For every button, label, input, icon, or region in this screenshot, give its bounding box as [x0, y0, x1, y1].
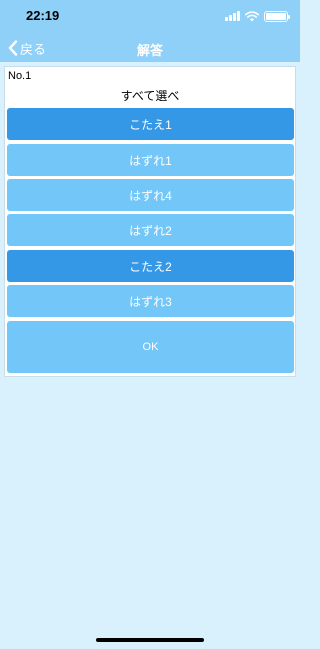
choice-button[interactable]: こたえ2 — [7, 250, 294, 282]
choice-label: はずれ4 — [129, 188, 172, 203]
question-prompt: すべて選べ — [120, 89, 180, 103]
choice-button[interactable]: こたえ1 — [7, 108, 294, 140]
question-number: No.1 — [8, 70, 32, 82]
cellular-signal-icon — [225, 11, 240, 21]
choice-label: こたえ2 — [129, 259, 172, 274]
choice-label: はずれ2 — [129, 223, 172, 238]
ok-button[interactable]: OK — [7, 321, 294, 373]
page-title: 解答 — [136, 43, 163, 58]
ok-label: OK — [142, 341, 159, 353]
choice-button[interactable]: はずれ4 — [7, 179, 294, 211]
choice-button[interactable]: はずれ2 — [7, 214, 294, 246]
battery-icon — [264, 10, 290, 22]
choice-label: はずれ1 — [129, 153, 172, 168]
question-card: No.1 すべて選べ こたえ1 はずれ1 はずれ4 はずれ2 こたえ2 はずれ3… — [4, 66, 296, 377]
choice-button[interactable]: はずれ3 — [7, 285, 294, 317]
choice-button[interactable]: はずれ1 — [7, 144, 294, 176]
wifi-icon — [245, 10, 259, 21]
status-icons — [225, 10, 290, 22]
status-bar: 22:19 — [0, 0, 300, 34]
home-indicator — [96, 638, 204, 642]
choice-label: はずれ3 — [129, 294, 172, 309]
navigation-bar: 戻る 解答 — [0, 34, 300, 62]
choice-label: こたえ1 — [129, 117, 172, 132]
status-time: 22:19 — [26, 8, 60, 23]
